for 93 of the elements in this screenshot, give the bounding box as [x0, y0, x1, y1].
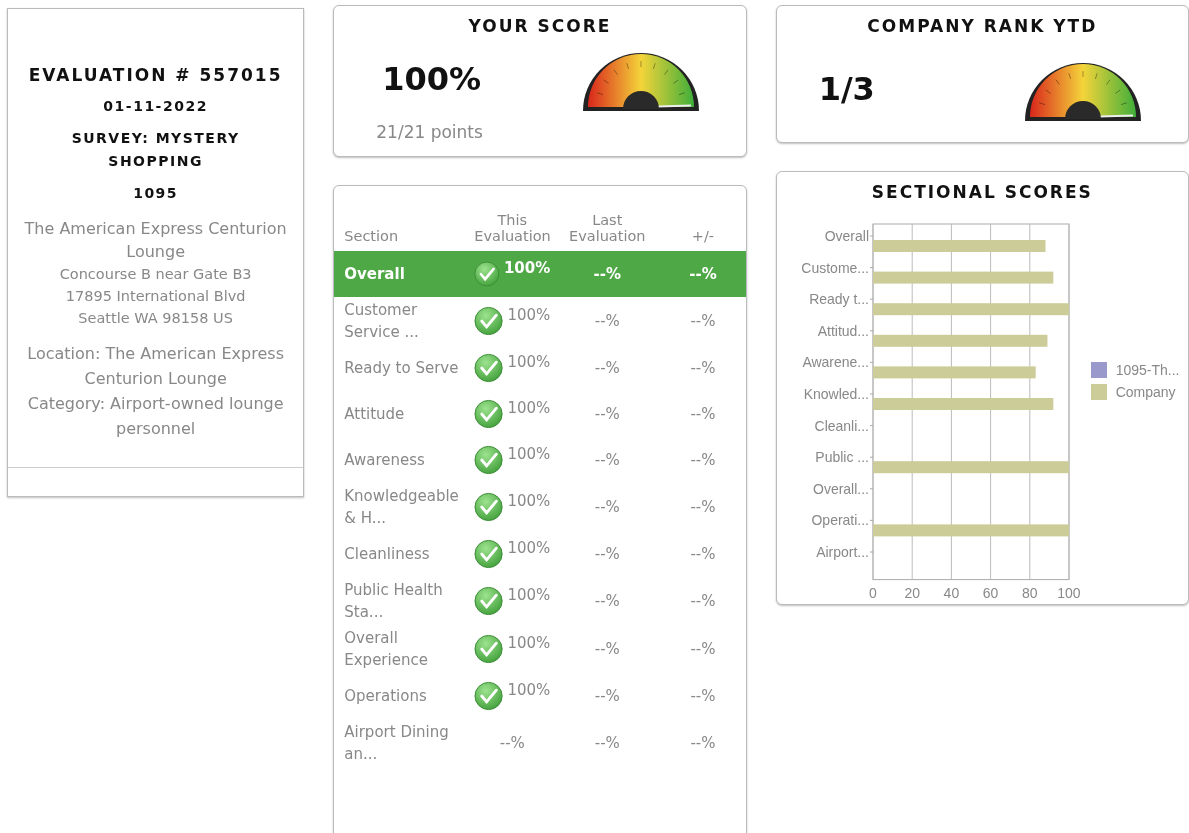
change-value: --% — [690, 359, 716, 377]
category-label: Public ... — [815, 449, 869, 466]
this-evaluation: 100% — [503, 258, 551, 279]
this-evaluation: 100% — [507, 585, 551, 606]
category-label: Airport... — [815, 544, 869, 560]
column-header: This Evaluation — [473, 212, 552, 244]
detail-line: Location: The American Express Centurion Lounge — [26, 343, 285, 390]
change-value: --% — [690, 498, 716, 516]
section-name: Ready to Serve — [344, 359, 459, 377]
section-name: Operations — [344, 687, 427, 705]
evaluation-date: 01-11-2022 — [103, 97, 208, 116]
section-name: Knowledgeable & H... — [344, 487, 459, 527]
last-evaluation: --% — [594, 451, 620, 469]
section-name: Customer Service ... — [344, 301, 419, 341]
column-header: +/- — [690, 228, 716, 244]
this-evaluation: 100% — [507, 444, 551, 465]
last-evaluation: --% — [594, 405, 620, 423]
section-name: Cleanliness — [344, 545, 430, 563]
location-code: 1095 — [133, 184, 179, 203]
category-label: Attitud... — [817, 322, 869, 339]
axis-tick-label: 0 — [868, 584, 877, 601]
this-evaluation: --% — [499, 733, 525, 754]
this-evaluation: 100% — [507, 680, 551, 701]
this-evaluation: 100% — [507, 633, 551, 654]
category-label: Awarene... — [802, 354, 869, 371]
section-name: Overall Experience — [344, 629, 428, 669]
card-title: SECTIONAL SCORES — [870, 181, 1094, 202]
column-header: Section — [343, 228, 400, 244]
check-icon — [474, 539, 504, 569]
axis-tick-label: 80 — [1021, 584, 1038, 601]
legend-label: 1095-Th... — [1115, 362, 1180, 378]
last-evaluation: --% — [594, 498, 620, 516]
last-evaluation: --% — [594, 592, 620, 610]
section-name: Attitude — [344, 405, 405, 423]
category-label: Overall — [824, 228, 869, 244]
last-evaluation: --% — [594, 359, 620, 377]
evaluation-title: EVALUATION # 557015 — [28, 65, 283, 85]
axis-tick-label: 40 — [943, 584, 959, 601]
section-name: Overall — [344, 265, 405, 283]
last-evaluation: --% — [593, 265, 621, 283]
axis-tick-label: 60 — [982, 584, 998, 601]
category-label: Overall... — [812, 480, 869, 497]
this-evaluation: 100% — [507, 352, 551, 373]
detail-line: Category: Airport-owned lounge personnel — [26, 393, 285, 440]
change-value: --% — [690, 734, 716, 752]
change-value: --% — [690, 592, 716, 610]
change-value: --% — [689, 265, 717, 283]
axis-tick-label: 100 — [1056, 584, 1081, 601]
last-evaluation: --% — [594, 734, 620, 752]
check-icon — [474, 634, 504, 664]
this-evaluation: 100% — [507, 538, 551, 559]
change-value: --% — [690, 312, 716, 330]
rank-value: 1/3 — [817, 70, 875, 108]
category-label: Ready t... — [808, 291, 869, 308]
change-value: --% — [690, 640, 716, 658]
axis-tick-label: 20 — [904, 584, 920, 601]
last-evaluation: --% — [594, 312, 620, 330]
section-name: Awareness — [344, 451, 425, 469]
address-line: Seattle WA 98158 US — [78, 309, 233, 328]
last-evaluation: --% — [594, 687, 620, 705]
this-evaluation: 100% — [507, 305, 551, 326]
legend-label: Company — [1115, 384, 1176, 400]
points-text: 21/21 points — [375, 122, 484, 144]
address-line: Concourse B near Gate B3 — [59, 265, 252, 284]
check-icon — [474, 586, 504, 616]
check-icon — [474, 259, 500, 289]
survey-name: SURVEY: MYSTERY SHOPPING — [70, 129, 241, 171]
last-evaluation: --% — [594, 545, 620, 563]
score-value: 100% — [381, 60, 482, 98]
check-icon — [474, 681, 504, 711]
check-icon — [474, 353, 504, 383]
section-name: Public Health Sta... — [344, 581, 443, 621]
last-evaluation: --% — [594, 640, 620, 658]
card-title: YOUR SCORE — [467, 15, 613, 36]
location-name: The American Express Centurion Lounge — [23, 218, 288, 263]
category-label: Operati... — [811, 512, 869, 529]
category-label: Custome... — [801, 259, 869, 276]
card-title: COMPANY RANK YTD — [866, 15, 1099, 36]
check-icon — [474, 445, 504, 475]
address-line: 17895 International Blvd — [65, 287, 246, 306]
category-label: Knowled... — [803, 386, 869, 402]
check-icon — [474, 306, 504, 336]
change-value: --% — [690, 451, 716, 469]
change-value: --% — [690, 687, 716, 705]
category-label: Cleanli... — [814, 417, 869, 434]
check-icon — [474, 399, 504, 429]
change-value: --% — [690, 545, 716, 563]
check-icon — [474, 492, 504, 522]
this-evaluation: 100% — [507, 398, 551, 419]
change-value: --% — [690, 405, 716, 423]
section-name: Airport Dining an... — [344, 723, 449, 763]
this-evaluation: 100% — [507, 491, 551, 512]
column-header: Last Evaluation — [568, 212, 647, 244]
